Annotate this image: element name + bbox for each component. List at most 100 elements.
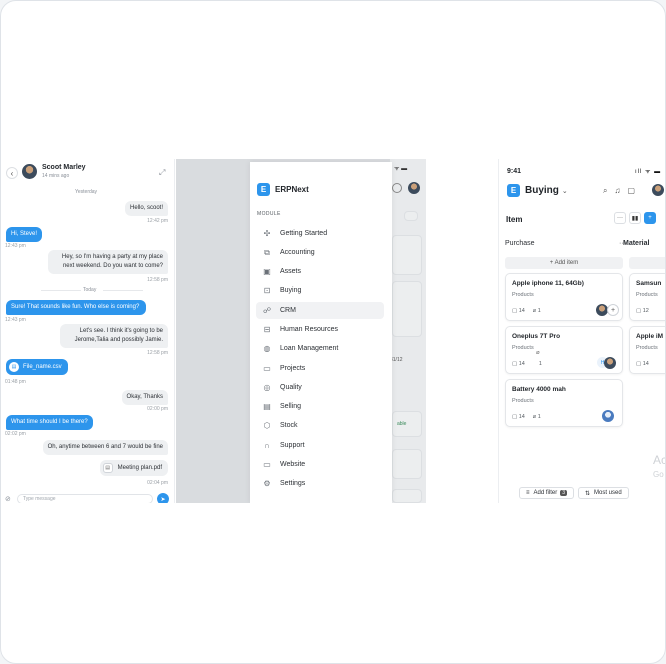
nav-item-label: Settings (280, 480, 306, 487)
chat-panel: ‹ Scoot Marley 14 mins ago ⤢ Yesterday H… (1, 159, 175, 503)
kanban-view-icon[interactable]: ▮▮ (629, 212, 641, 224)
nav-item-assets[interactable]: ▣ Assets (256, 263, 384, 280)
nav-item-label: Selling (280, 403, 302, 410)
nav-item-label: Human Resources (280, 326, 338, 333)
chevron-down-icon: ⌄ (561, 187, 568, 195)
filter-count-badge: 3 (560, 490, 567, 496)
send-button[interactable]: ➤ (157, 493, 169, 503)
bell-icon[interactable]: ♫ (614, 186, 620, 196)
nav-item-label: Stock (280, 422, 298, 429)
comment-count: 14 (518, 308, 525, 314)
card-subtitle: Products (512, 345, 534, 351)
nav-item-label: Buying (280, 287, 302, 294)
attachment-icon: ⌀ 1 (532, 308, 541, 314)
module-label: MODULE (257, 211, 281, 217)
contact-name: Scoot Marley (42, 164, 86, 171)
message-time: 12:58 pm (147, 350, 168, 356)
message-time: 02:02 pm (5, 431, 26, 437)
app-name: ERPNext (275, 185, 309, 194)
kanban-card[interactable]: Apple iM Products ▢ 14 (629, 326, 665, 374)
nav-item-projects[interactable]: ▭ Projects (256, 360, 384, 377)
add-button[interactable]: + (644, 212, 656, 224)
chat-icon[interactable]: ▢ (627, 186, 635, 196)
status-time: 9:41 (507, 168, 522, 175)
bottom-toolbar: ≡ Add filter 3 ⇅ Most used (519, 487, 629, 499)
card-meta: ▢ 14 1 (512, 361, 542, 367)
kanban-card[interactable]: Samsun Products ▢ 12 (629, 273, 665, 321)
settings-icon: ⚙ (263, 479, 271, 488)
assets-icon: ▣ (263, 267, 271, 276)
nav-item-settings[interactable]: ⚙ Settings (256, 475, 384, 492)
comment-icon: ▢ 12 (636, 308, 649, 314)
nav-item-loan-management[interactable]: ◍ Loan Management (256, 340, 384, 357)
message-bubble: Okay, Thanks (121, 390, 168, 405)
nav-item-crm[interactable]: ☍ CRM (256, 302, 384, 319)
nav-item-label: Support (280, 442, 305, 449)
filter-icon: ≡ (526, 490, 530, 496)
file-icon: ▤ (9, 362, 19, 372)
background-card (392, 235, 422, 275)
header-actions: ⌕ ♫ ▢ (603, 186, 635, 196)
sort-button[interactable]: ⇅ Most used (577, 487, 629, 499)
erpnext-logo-icon: E (257, 183, 270, 196)
sort-icon: ⇅ (584, 490, 591, 497)
search-icon[interactable]: ⌕ (603, 186, 607, 196)
more-button (404, 211, 418, 221)
message-bubble: Sure! That sounds like fun. Who else is … (6, 300, 146, 315)
avatar[interactable] (22, 164, 37, 179)
signal-battery-icon: ıll ᯤ ▬ (635, 169, 662, 175)
background-card (392, 281, 422, 337)
nav-item-buying[interactable]: ⊡ Buying (256, 282, 384, 299)
kanban-card[interactable]: Oneplus 7T Pro Products ⌀ ▢ 14 1 H (505, 326, 623, 374)
background-card: able (392, 411, 422, 437)
add-assignee-icon[interactable]: + (607, 304, 619, 316)
avatar[interactable] (602, 410, 614, 422)
card-title: Samsun (636, 280, 662, 287)
more-button[interactable]: ··· (614, 212, 626, 224)
hr-icon: ⊟ (263, 325, 271, 334)
card-subtitle: Products (636, 292, 658, 298)
nav-item-website[interactable]: ▭ Website (256, 456, 384, 473)
page-title[interactable]: E Buying ⌄ (507, 184, 568, 197)
nav-item-quality[interactable]: ◎ Quality (256, 379, 384, 396)
puzzle-icon: ✣ (263, 229, 271, 238)
back-icon[interactable]: ‹ (6, 167, 18, 179)
page-title-text: Buying (525, 185, 559, 196)
kanban-card[interactable]: Battery 4000 mah Products ▢ 14 ⌀ 1 (505, 379, 623, 427)
add-item-button[interactable]: + Add item (505, 257, 623, 269)
nav-item-label: CRM (280, 307, 296, 314)
nav-item-human-resources[interactable]: ⊟ Human Resources (256, 321, 384, 338)
add-item-button[interactable] (629, 257, 665, 269)
message-time: 12:43 pm (5, 243, 26, 249)
message-input[interactable]: Type message (17, 494, 153, 503)
attachment-icon: ⌀ 1 (532, 414, 541, 420)
nav-item-label: Assets (280, 268, 302, 275)
showcase-strip: ‹ Scoot Marley 14 mins ago ⤢ Yesterday H… (1, 159, 665, 503)
expand-icon[interactable]: ⤢ (159, 168, 165, 178)
attach-icon[interactable]: ⊘ (5, 495, 11, 503)
attachment-count: 1 (537, 308, 541, 314)
nav-item-support[interactable]: ∩ Support (256, 437, 384, 454)
message-bubble: Hello, scoot! (124, 201, 168, 216)
avatar[interactable] (604, 357, 616, 369)
nav-item-accounting[interactable]: ⧉ Accounting (256, 244, 384, 261)
background-app: ᯤ ▬ 31/12 able (390, 159, 426, 503)
add-filter-button[interactable]: ≡ Add filter 3 (519, 487, 574, 499)
nav-item-getting-started[interactable]: ✣ Getting Started (256, 225, 384, 242)
accounting-icon: ⧉ (264, 247, 270, 257)
avatar[interactable] (652, 184, 664, 196)
kanban-card[interactable]: Apple iphone 11, 64Gb) Products ▢ 14 ⌀ 1… (505, 273, 623, 321)
nav-item-stock[interactable]: ⬡ Stock (256, 417, 384, 434)
card-meta: ▢ 14 ⌀ 1 (512, 308, 541, 314)
file-attachment[interactable]: ▤ File_name.csv (6, 359, 68, 375)
navigation-drawer: E ERPNext MODULE ✣ Getting Started ⧉ Accou… (250, 162, 392, 503)
file-attachment[interactable]: ▤ Meeting plan.pdf (99, 460, 168, 476)
stock-icon: ⬡ (263, 421, 271, 430)
headset-icon: ∩ (264, 441, 270, 450)
divider (103, 290, 143, 291)
erp-app-panel: ᯤ ▬ 31/12 able E ERPNext MODULE ✣ Gettin… (176, 159, 496, 503)
folder-icon: ▭ (263, 364, 271, 373)
nav-item-label: Website (280, 461, 306, 468)
nav-item-selling[interactable]: ▤ Selling (256, 398, 384, 415)
card-title: Apple iphone 11, 64Gb) (512, 280, 584, 287)
